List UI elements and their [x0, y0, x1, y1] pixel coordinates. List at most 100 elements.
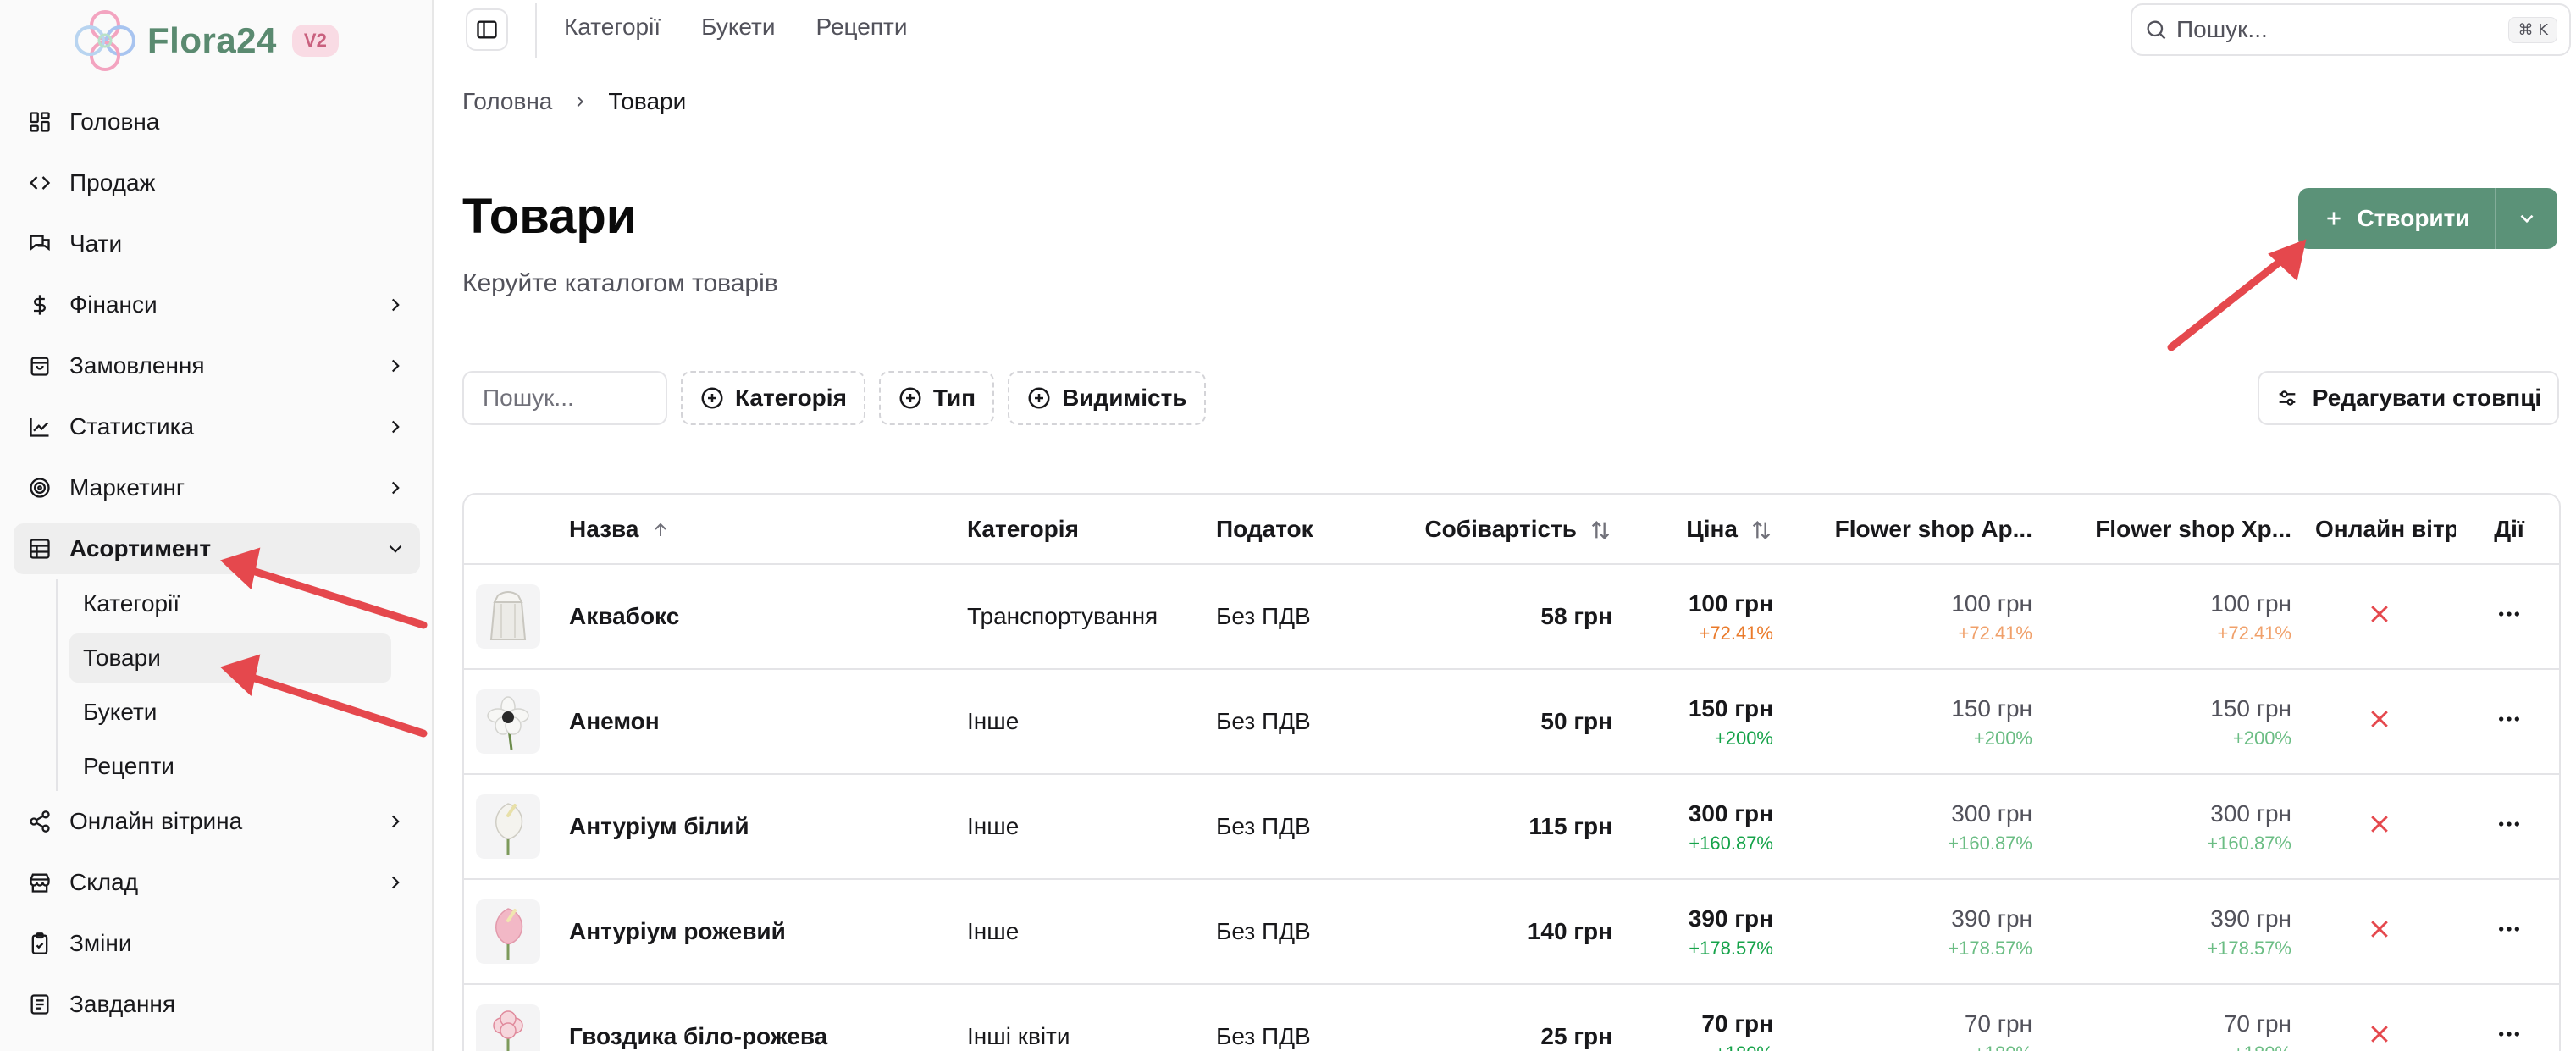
plus-circle-icon: [701, 387, 723, 409]
cell-shop-2: 300 грн +160.87%: [2044, 774, 2303, 880]
sidebar-panel-icon: [477, 20, 497, 39]
cell-cost: 140 грн: [1365, 879, 1624, 985]
table-search-input[interactable]: [462, 371, 667, 425]
cell-online-store: [2303, 669, 2456, 775]
shop-price-value: 100 грн: [1951, 589, 2032, 617]
shop-price-stack: 150 грн +200%: [1951, 694, 2032, 750]
column-tax[interactable]: Податок: [1204, 495, 1365, 565]
global-search[interactable]: ⌘ K: [2131, 3, 2571, 56]
cell-shop-2: 150 грн +200%: [2044, 669, 2303, 775]
cell-price: 390 грн +178.57%: [1624, 879, 1785, 985]
table-row[interactable]: Аквабокс Транспортування Без ПДВ 58 грн 100 …: [464, 564, 2559, 670]
shop-price-markup: +72.41%: [2217, 622, 2291, 644]
shop-price-stack: 390 грн +178.57%: [1948, 904, 2032, 960]
topbar: Категорії Букети Рецепти ⌘ K: [435, 0, 2576, 61]
cell-online-store: [2303, 879, 2456, 985]
sidebar-subitem-bouquets[interactable]: Букети: [69, 688, 391, 737]
sidebar-item-statistics[interactable]: Статистика: [14, 401, 420, 452]
cell-tax: Без ПДВ: [1204, 984, 1365, 1051]
filter-category-button[interactable]: Категорія: [681, 371, 865, 425]
sidebar-item-orders[interactable]: Замовлення: [14, 340, 420, 391]
sidebar-item-chats[interactable]: Чати: [14, 218, 420, 269]
table-row[interactable]: Антуріум білий Інше Без ПДВ 115 грн 300 грн +…: [464, 774, 2559, 880]
sidebar-item-label: Чати: [69, 230, 123, 257]
cell-thumb: [464, 774, 557, 880]
column-shop-2[interactable]: Flower shop Хр...: [2044, 495, 2303, 565]
cell-shop-1: 150 грн +200%: [1785, 669, 2044, 775]
x-mark-icon[interactable]: [2367, 916, 2392, 942]
x-mark-icon[interactable]: [2367, 601, 2392, 627]
line-chart-icon: [27, 414, 53, 440]
more-horizontal-icon[interactable]: [2496, 705, 2523, 733]
cell-name[interactable]: Гвоздика біло-рожева: [557, 984, 955, 1051]
product-thumbnail: [476, 899, 540, 964]
sidebar-item-shifts[interactable]: Зміни: [14, 918, 420, 969]
sidebar-item-label: Статистика: [69, 413, 195, 440]
chevron-down-icon: [2520, 214, 2534, 224]
top-nav-bouquets[interactable]: Букети: [701, 14, 775, 41]
x-mark-icon[interactable]: [2367, 811, 2392, 837]
table-row[interactable]: Гвоздика біло-рожева Інші квіти Без ПДВ 25 …: [464, 984, 2559, 1051]
top-nav-recipes[interactable]: Рецепти: [816, 14, 908, 41]
column-online-store[interactable]: Онлайн вітрина: [2303, 495, 2456, 565]
sidebar-item-assortment[interactable]: Асортимент: [14, 523, 420, 574]
shop-price-value: 390 грн: [2210, 904, 2291, 932]
more-horizontal-icon[interactable]: [2496, 810, 2523, 838]
column-category[interactable]: Категорія: [955, 495, 1204, 565]
shop-price-stack: 300 грн +160.87%: [2207, 799, 2291, 855]
sliders-icon: [2279, 390, 2296, 406]
more-horizontal-icon[interactable]: [2496, 1021, 2523, 1048]
column-cost[interactable]: Собівартість: [1365, 495, 1624, 565]
create-button[interactable]: Створити: [2298, 188, 2496, 249]
sidebar-item-finance[interactable]: Фінанси: [14, 279, 420, 330]
app-logo[interactable]: Flora24 V2: [71, 5, 339, 76]
shop-price-stack: 300 грн +160.87%: [1948, 799, 2032, 855]
more-horizontal-icon[interactable]: [2496, 600, 2523, 628]
cell-online-store: [2303, 774, 2456, 880]
column-shop-1[interactable]: Flower shop Ар...: [1785, 495, 2044, 565]
global-search-input[interactable]: [2176, 16, 2509, 43]
cell-cost: 58 грн: [1365, 564, 1624, 670]
column-price[interactable]: Ціна: [1624, 495, 1785, 565]
sidebar-subitem-products[interactable]: Товари: [69, 633, 391, 683]
chevron-right-icon: [391, 359, 400, 373]
edit-columns-button[interactable]: Редагувати стовпці: [2258, 371, 2559, 425]
plus-icon: [2327, 212, 2341, 225]
sidebar-item-online-store[interactable]: Онлайн вітрина: [14, 796, 420, 847]
table-row[interactable]: Антуріум рожевий Інше Без ПДВ 140 грн 390 гр…: [464, 879, 2559, 985]
cell-tax: Без ПДВ: [1204, 669, 1365, 775]
table-row[interactable]: Анемон Інше Без ПДВ 50 грн 150 грн +200% 150 г…: [464, 669, 2559, 775]
chevron-right-icon: [391, 298, 400, 312]
sidebar-item-label: Замовлення: [69, 352, 205, 379]
cell-name[interactable]: Антуріум рожевий: [557, 879, 955, 985]
sidebar-item-tasks[interactable]: Завдання: [14, 979, 420, 1030]
sidebar-item-label: Продаж: [69, 169, 156, 196]
top-nav-categories[interactable]: Категорії: [564, 14, 661, 41]
sidebar-item-label: Фінанси: [69, 291, 158, 318]
filter-visibility-button[interactable]: Видимість: [1008, 371, 1206, 425]
column-name[interactable]: Назва: [557, 495, 955, 565]
cell-name[interactable]: Анемон: [557, 669, 955, 775]
cell-cost: 50 грн: [1365, 669, 1624, 775]
cell-tax: Без ПДВ: [1204, 879, 1365, 985]
sidebar-item-warehouse[interactable]: Склад: [14, 857, 420, 908]
x-mark-icon[interactable]: [2367, 1021, 2392, 1047]
more-horizontal-icon[interactable]: [2496, 915, 2523, 943]
sidebar-toggle-button[interactable]: [466, 8, 508, 51]
top-nav: Категорії Букети Рецепти: [564, 14, 907, 41]
sidebar-item-sales[interactable]: Продаж: [14, 158, 420, 208]
search-shortcut-hint: ⌘ K: [2508, 16, 2557, 43]
x-mark-icon[interactable]: [2367, 706, 2392, 732]
breadcrumb-home[interactable]: Головна: [462, 88, 552, 115]
sidebar-item-home[interactable]: Головна: [14, 97, 420, 147]
cell-name[interactable]: Аквабокс: [557, 564, 955, 670]
cell-name[interactable]: Антуріум білий: [557, 774, 955, 880]
filter-type-button[interactable]: Тип: [878, 371, 995, 425]
create-dropdown-button[interactable]: [2496, 188, 2557, 249]
tasks-icon: [27, 992, 53, 1017]
sidebar-subitem-categories[interactable]: Категорії: [69, 579, 391, 628]
sidebar-subitem-recipes[interactable]: Рецепти: [69, 742, 391, 791]
shop-price-stack: 100 грн +72.41%: [1951, 589, 2032, 645]
sidebar-item-marketing[interactable]: Маркетинг: [14, 462, 420, 513]
shop-price-value: 300 грн: [2210, 799, 2291, 827]
